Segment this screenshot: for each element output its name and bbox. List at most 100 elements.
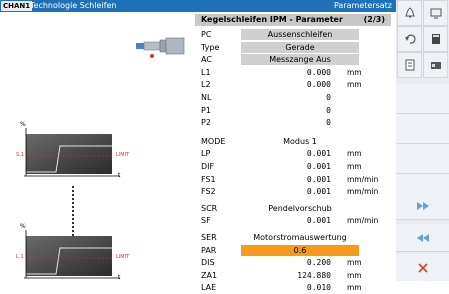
param-value-field[interactable]: 0 (241, 117, 331, 128)
param-row-za1: ZA1 124.880 mm (195, 270, 391, 282)
title-bar: CHAN1 Technologie Schleifen Parametersat… (0, 0, 396, 12)
undo-icon (404, 34, 416, 44)
param-label: DIS (201, 258, 215, 268)
param-unit: mm (347, 80, 362, 90)
param-label: L1 (201, 67, 211, 77)
param-row-scr: SCR Pendelvorschub (195, 203, 391, 215)
param-row-pc: PC Aussenschleifen (195, 29, 391, 41)
param-label: FS2 (201, 187, 216, 197)
param-value-field[interactable]: 0.000 (241, 79, 331, 90)
param-label: MODE (201, 136, 226, 146)
param-row-type: Type Gerade (195, 41, 391, 54)
param-label: PAR (201, 245, 217, 255)
param-value-field[interactable]: 0.001 (241, 161, 331, 172)
param-label: L2 (201, 80, 211, 90)
param-label: SCR (201, 203, 218, 213)
param-value-field[interactable]: 0.6 (241, 244, 359, 256)
id-card-button[interactable] (423, 52, 448, 78)
param-unit: mm (347, 283, 362, 293)
param-row-sf: SF 0.001 mm/min (195, 215, 391, 227)
param-value-field[interactable]: Messzange Aus (241, 54, 359, 66)
param-value-field[interactable]: Pendelvorschub (241, 203, 359, 214)
bell-button[interactable] (397, 0, 422, 26)
undo-button[interactable] (397, 26, 422, 52)
param-unit: mm (347, 258, 362, 268)
param-label: P1 (201, 105, 211, 115)
softkey-2[interactable] (396, 114, 449, 144)
param-value-field[interactable]: 0.200 (241, 257, 331, 268)
param-unit: mm (347, 162, 362, 171)
param-label: PC (201, 30, 212, 39)
grinding-tool-icon (136, 37, 185, 58)
param-row-dis: DIS 0.200 mm (195, 257, 391, 269)
param-value-field[interactable]: 0.010 (241, 282, 331, 293)
param-label: DIF (201, 162, 215, 171)
fast-forward-icon (416, 201, 429, 210)
softkey-1[interactable] (396, 84, 449, 114)
cancel-button[interactable] (396, 254, 449, 281)
param-row-dif: DIF 0.001 mm (195, 161, 391, 173)
param-label: NL (201, 93, 212, 102)
bottom-graph-x-unit: t (118, 274, 121, 281)
param-row-lae: LAE 0.010 mm (195, 282, 391, 294)
param-unit: mm/min (347, 174, 379, 184)
param-row-l1: L1 0.000 mm (195, 67, 391, 79)
param-unit: mm (347, 67, 362, 77)
display-button[interactable] (423, 0, 448, 26)
param-label: FS1 (201, 174, 216, 184)
param-value-field[interactable]: 0.000 (241, 67, 331, 78)
softkey-3[interactable] (396, 144, 449, 174)
param-value-field[interactable]: 0.001 (241, 215, 331, 226)
param-value-field[interactable]: 0 (241, 92, 331, 103)
param-row-p1: P1 0 (195, 105, 391, 117)
param-row-l2: L2 0.000 mm (195, 79, 391, 91)
calculator-icon (431, 34, 440, 44)
param-label: Type (201, 42, 220, 52)
bottom-graph-level-label: L.1 (16, 254, 24, 260)
param-value-field[interactable]: Aussenschleifen (241, 29, 359, 40)
bottom-graph-y-unit: % (20, 223, 26, 230)
display-icon (430, 8, 441, 19)
param-value-field[interactable]: 0.001 (241, 186, 331, 197)
param-row-fs1: FS1 0.001 mm/min (195, 174, 391, 186)
id-card-icon (430, 62, 441, 69)
parameter-panel: Kegelschleifen IPM - Parameter (2/3) PC A… (195, 12, 391, 292)
param-value-field[interactable]: 0.001 (241, 148, 331, 159)
param-row-ac: AC Messzange Aus (195, 54, 391, 66)
panel-title-bar: Kegelschleifen IPM - Parameter (2/3) (195, 14, 391, 26)
param-unit: mm (347, 149, 362, 159)
cancel-icon (417, 262, 428, 273)
param-row-mode: MODE Modus 1 (195, 136, 391, 148)
rewind-button[interactable] (396, 224, 449, 252)
top-graph-limit-label: LIMIT (116, 152, 130, 158)
param-value-field[interactable]: 0 (241, 105, 331, 116)
param-label: LAE (201, 283, 217, 293)
param-label: ZA1 (201, 270, 218, 280)
param-value-field[interactable]: Modus 1 (241, 136, 359, 147)
top-graph-y-unit: % (20, 121, 26, 128)
param-label: LP (201, 149, 211, 159)
param-unit: mm (347, 270, 362, 280)
param-row-ser: SER Motorstromauswertung (195, 232, 391, 244)
page-button[interactable] (397, 52, 422, 78)
param-value-field[interactable]: Gerade (241, 41, 359, 53)
channel-badge: CHAN1 (1, 1, 33, 11)
panel-page: (2/3) (363, 15, 385, 24)
param-row-fs2: FS2 0.001 mm/min (195, 186, 391, 198)
graphics-area: % S.1 LIMIT t % L.1 LIMIT t (0, 12, 192, 281)
softkey-bar (396, 0, 449, 281)
bottom-graph-limit-label: LIMIT (116, 254, 130, 260)
param-value-field[interactable]: 0.001 (241, 174, 331, 185)
param-unit: mm/min (347, 187, 379, 197)
fast-forward-button[interactable] (396, 192, 449, 220)
page-icon (405, 59, 414, 71)
param-row-lp: LP 0.001 mm (195, 148, 391, 160)
param-row-par: PAR 0.6 (195, 244, 391, 257)
top-graph-level-label: S.1 (16, 152, 24, 158)
panel-title: Kegelschleifen IPM - Parameter (201, 15, 343, 24)
param-label: SF (201, 216, 211, 226)
param-value-field[interactable]: Motorstromauswertung (241, 232, 359, 243)
calculator-button[interactable] (423, 26, 448, 52)
rewind-icon (416, 233, 429, 242)
param-value-field[interactable]: 124.880 (241, 270, 331, 281)
